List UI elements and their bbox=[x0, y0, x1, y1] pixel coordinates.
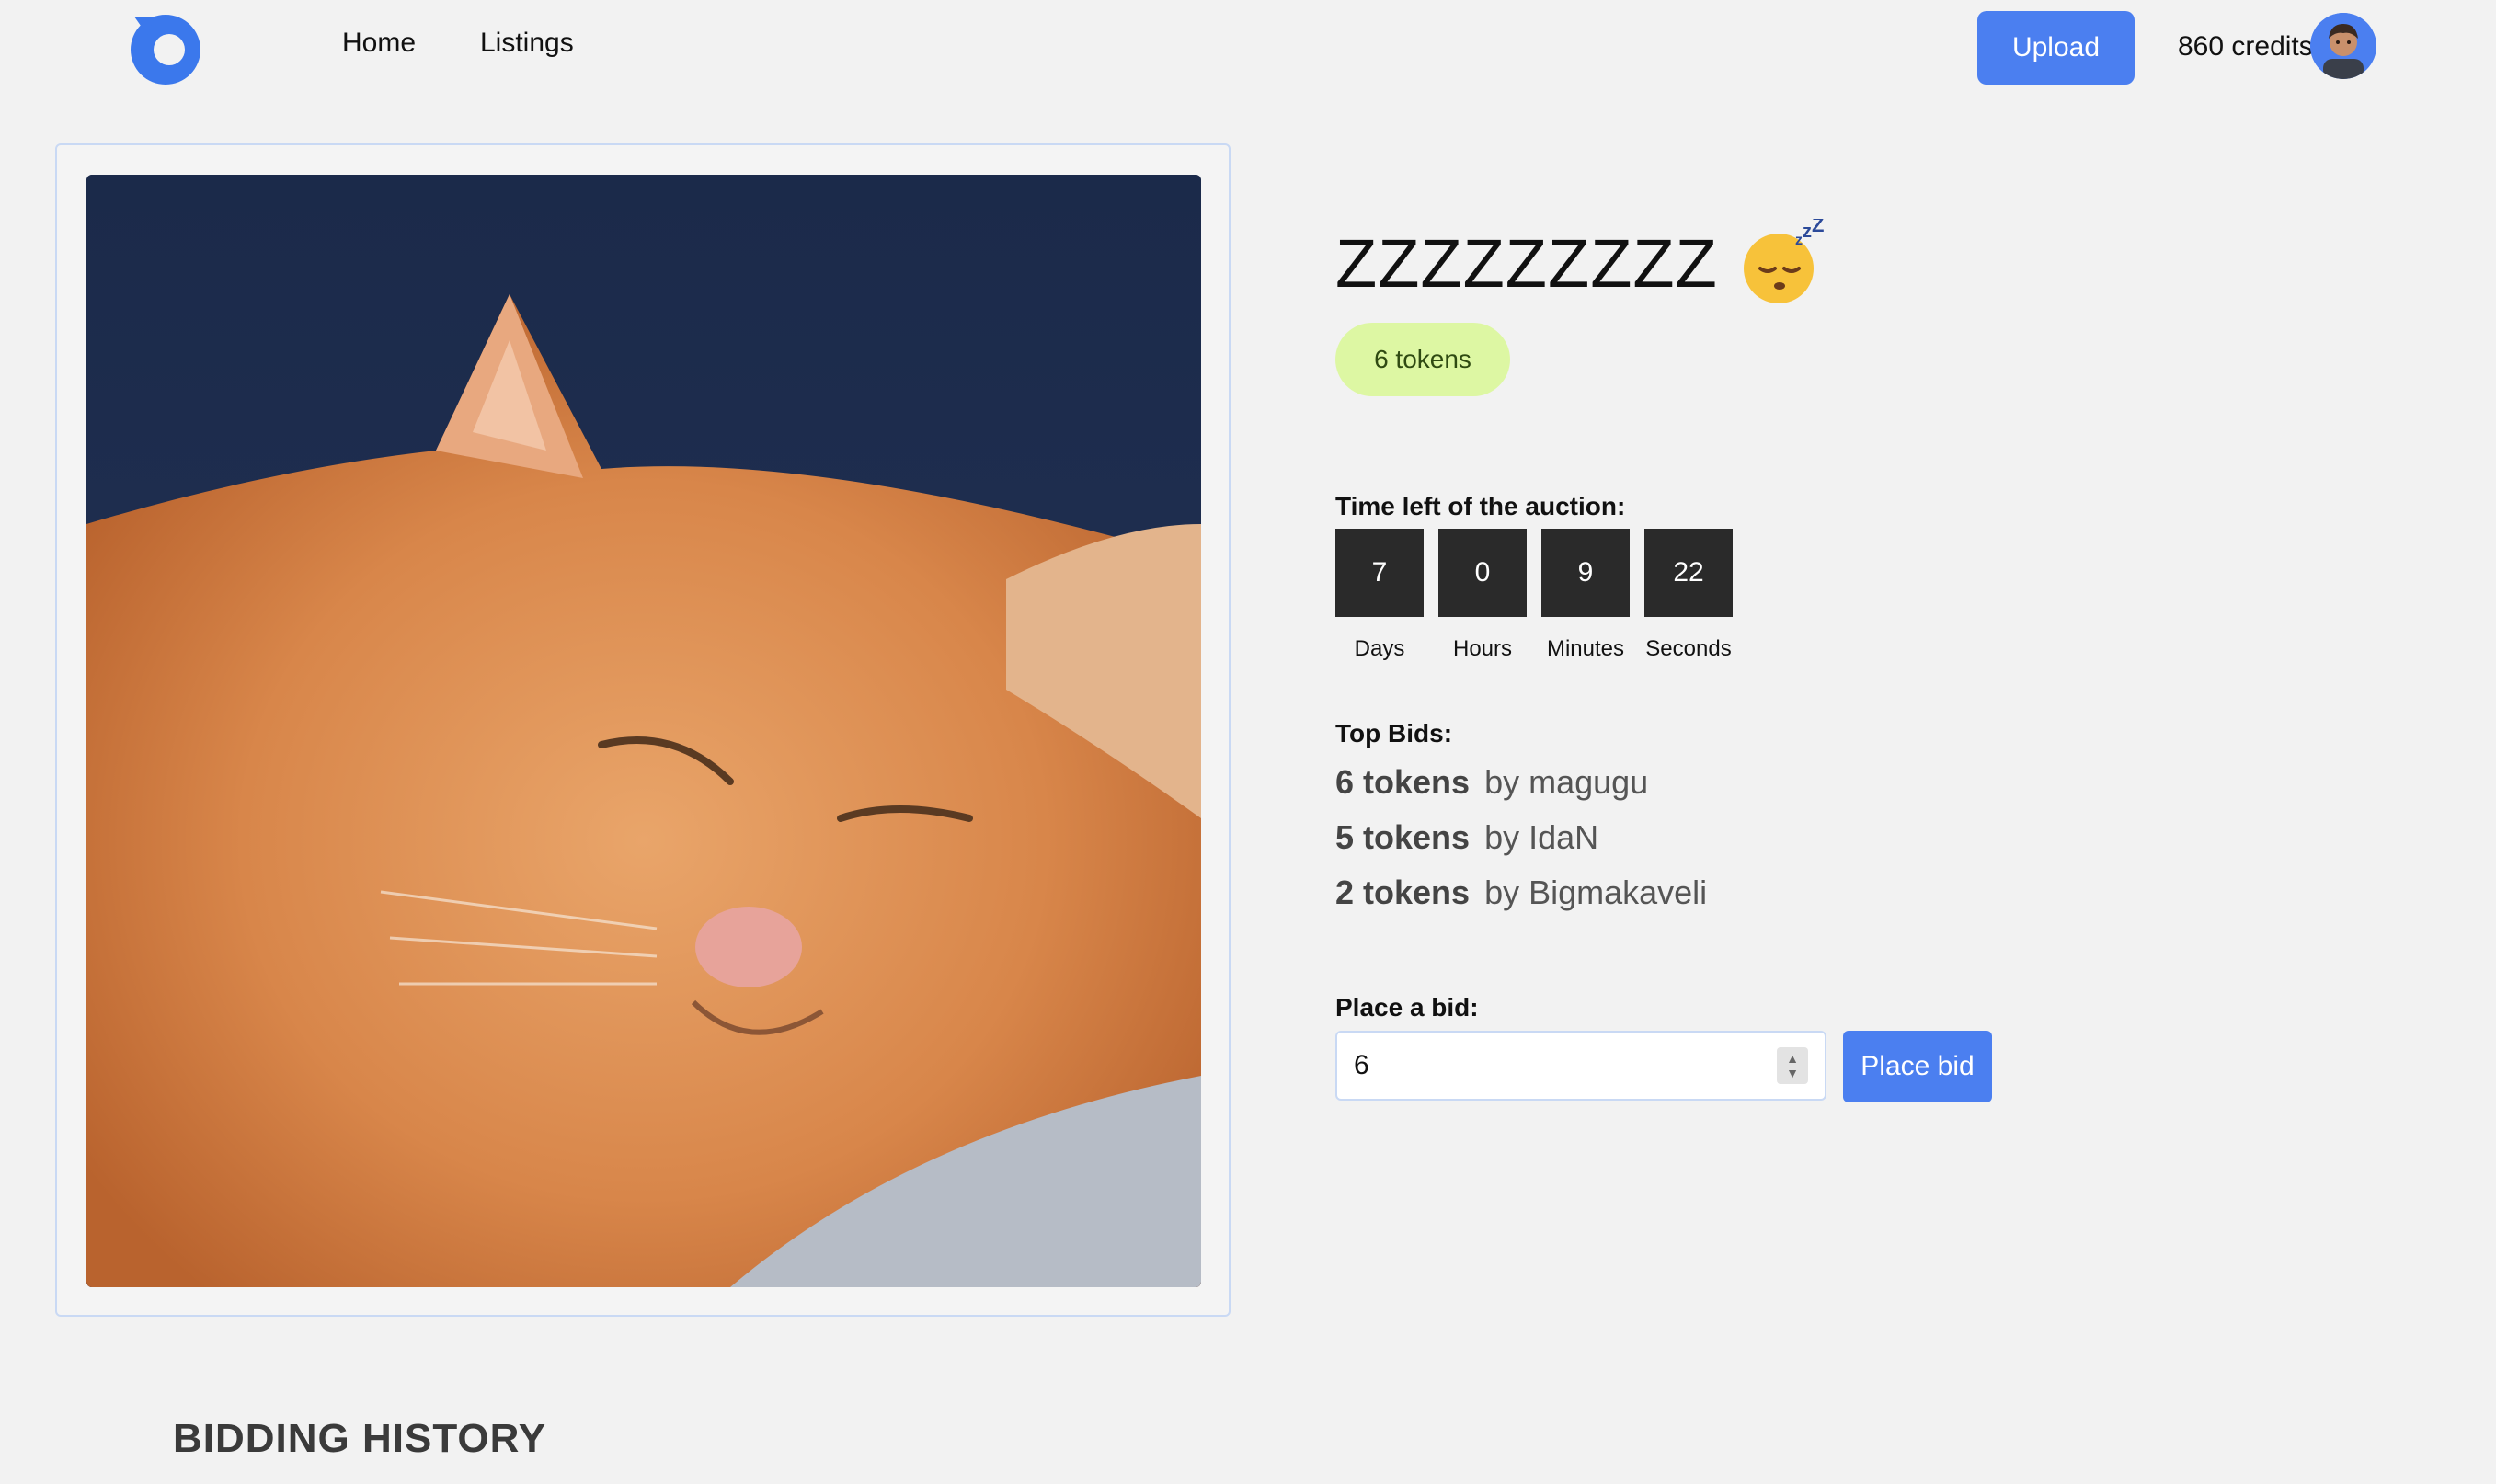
top-bid-amount: 6 tokens bbox=[1335, 763, 1471, 801]
countdown-days-label: Days bbox=[1354, 636, 1405, 661]
listing-title-text: ZZZZZZZZZ bbox=[1335, 224, 1718, 302]
listing-title: ZZZZZZZZZ z z Z bbox=[1335, 219, 1826, 307]
countdown-hours: 0 bbox=[1438, 529, 1527, 617]
listing-photo bbox=[86, 175, 1201, 1287]
top-bid-item: 2 tokens by Bigmakaveli bbox=[1335, 873, 1707, 912]
countdown-seconds: 22 bbox=[1644, 529, 1733, 617]
upload-button[interactable]: Upload bbox=[1977, 11, 2135, 85]
chevron-down-icon[interactable]: ▼ bbox=[1786, 1066, 1799, 1080]
nav-link-listings[interactable]: Listings bbox=[480, 28, 574, 59]
top-bid-item: 6 tokens by magugu bbox=[1335, 763, 1648, 802]
top-bids-label: Top Bids: bbox=[1335, 719, 1453, 748]
top-bid-user: by IdaN bbox=[1484, 818, 1599, 856]
sleeping-cat-image bbox=[86, 175, 1201, 1287]
countdown-minutes-label: Minutes bbox=[1546, 636, 1625, 661]
countdown-days: 7 bbox=[1335, 529, 1424, 617]
countdown-label: Time left of the auction: bbox=[1335, 492, 1626, 520]
top-bid-item: 5 tokens by IdaN bbox=[1335, 818, 1598, 857]
listing-image-card bbox=[55, 143, 1231, 1317]
countdown-seconds-label: Seconds bbox=[1645, 636, 1732, 661]
nav-link-home[interactable]: Home bbox=[342, 28, 416, 59]
countdown-hours-label: Hours bbox=[1452, 636, 1513, 661]
top-bid-user: by magugu bbox=[1484, 763, 1649, 801]
credits-balance: 860 credits bbox=[2178, 31, 2313, 62]
user-avatar-icon bbox=[2310, 13, 2376, 79]
bid-amount-input[interactable] bbox=[1335, 1031, 1826, 1101]
top-bid-user: by Bigmakaveli bbox=[1484, 873, 1708, 911]
place-bid-label: Place a bid: bbox=[1335, 993, 1479, 1022]
sleeping-face-icon: z z Z bbox=[1743, 219, 1825, 303]
current-price-badge: 6 tokens bbox=[1335, 323, 1510, 396]
avatar[interactable] bbox=[2310, 13, 2376, 79]
top-bid-amount: 2 tokens bbox=[1335, 873, 1471, 911]
top-bid-amount: 5 tokens bbox=[1335, 818, 1471, 856]
countdown-minutes: 9 bbox=[1541, 529, 1630, 617]
bidding-history-heading: BIDDING HISTORY bbox=[173, 1416, 547, 1461]
place-bid-button[interactable]: Place bid bbox=[1843, 1031, 1992, 1102]
app-logo[interactable] bbox=[127, 9, 204, 86]
svg-text:Z: Z bbox=[1812, 219, 1825, 236]
bid-amount-stepper[interactable]: ▲ ▼ bbox=[1777, 1047, 1808, 1084]
chevron-up-icon[interactable]: ▲ bbox=[1786, 1051, 1799, 1066]
logo-icon bbox=[131, 15, 200, 85]
